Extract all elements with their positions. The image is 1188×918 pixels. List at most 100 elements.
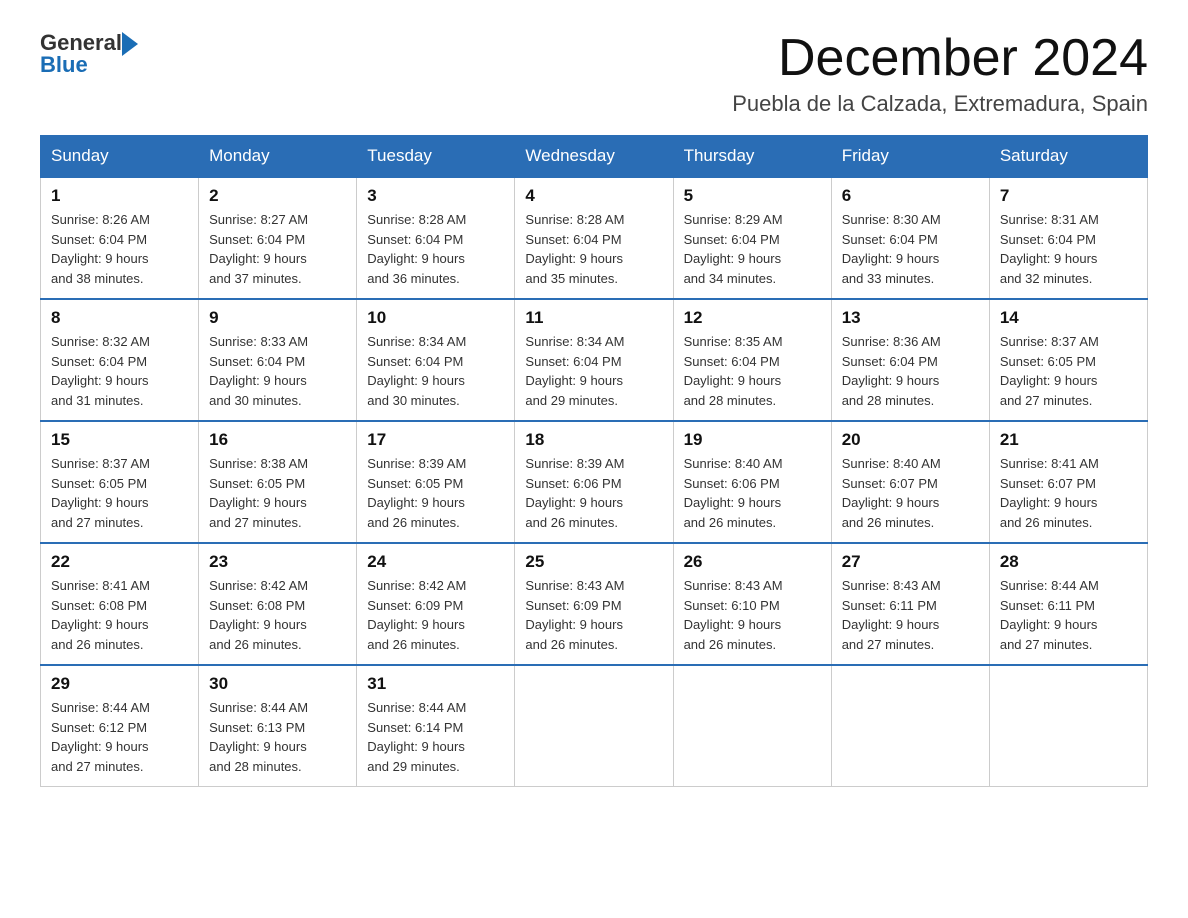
day-info: Sunrise: 8:42 AMSunset: 6:09 PMDaylight:… <box>367 578 466 652</box>
day-number: 17 <box>367 430 504 450</box>
day-number: 10 <box>367 308 504 328</box>
weekday-header-saturday: Saturday <box>989 136 1147 178</box>
calendar-cell: 7 Sunrise: 8:31 AMSunset: 6:04 PMDayligh… <box>989 177 1147 299</box>
day-number: 18 <box>525 430 662 450</box>
calendar-cell: 14 Sunrise: 8:37 AMSunset: 6:05 PMDaylig… <box>989 299 1147 421</box>
day-info: Sunrise: 8:44 AMSunset: 6:11 PMDaylight:… <box>1000 578 1099 652</box>
header: General Blue December 2024 Puebla de la … <box>40 30 1148 117</box>
calendar-cell: 19 Sunrise: 8:40 AMSunset: 6:06 PMDaylig… <box>673 421 831 543</box>
calendar-cell: 9 Sunrise: 8:33 AMSunset: 6:04 PMDayligh… <box>199 299 357 421</box>
day-info: Sunrise: 8:40 AMSunset: 6:06 PMDaylight:… <box>684 456 783 530</box>
day-number: 4 <box>525 186 662 206</box>
day-info: Sunrise: 8:28 AMSunset: 6:04 PMDaylight:… <box>525 212 624 286</box>
calendar-week-row: 8 Sunrise: 8:32 AMSunset: 6:04 PMDayligh… <box>41 299 1148 421</box>
logo: General Blue <box>40 30 138 78</box>
calendar-cell <box>831 665 989 787</box>
day-info: Sunrise: 8:31 AMSunset: 6:04 PMDaylight:… <box>1000 212 1099 286</box>
calendar-cell: 6 Sunrise: 8:30 AMSunset: 6:04 PMDayligh… <box>831 177 989 299</box>
day-number: 13 <box>842 308 979 328</box>
calendar-cell: 10 Sunrise: 8:34 AMSunset: 6:04 PMDaylig… <box>357 299 515 421</box>
calendar-cell: 11 Sunrise: 8:34 AMSunset: 6:04 PMDaylig… <box>515 299 673 421</box>
day-number: 26 <box>684 552 821 572</box>
day-info: Sunrise: 8:39 AMSunset: 6:05 PMDaylight:… <box>367 456 466 530</box>
weekday-header-thursday: Thursday <box>673 136 831 178</box>
calendar-cell: 4 Sunrise: 8:28 AMSunset: 6:04 PMDayligh… <box>515 177 673 299</box>
day-number: 1 <box>51 186 188 206</box>
day-info: Sunrise: 8:26 AMSunset: 6:04 PMDaylight:… <box>51 212 150 286</box>
day-number: 6 <box>842 186 979 206</box>
day-info: Sunrise: 8:40 AMSunset: 6:07 PMDaylight:… <box>842 456 941 530</box>
day-info: Sunrise: 8:38 AMSunset: 6:05 PMDaylight:… <box>209 456 308 530</box>
calendar-cell: 20 Sunrise: 8:40 AMSunset: 6:07 PMDaylig… <box>831 421 989 543</box>
day-info: Sunrise: 8:43 AMSunset: 6:09 PMDaylight:… <box>525 578 624 652</box>
day-number: 31 <box>367 674 504 694</box>
weekday-header-wednesday: Wednesday <box>515 136 673 178</box>
day-number: 5 <box>684 186 821 206</box>
day-number: 7 <box>1000 186 1137 206</box>
calendar-week-row: 22 Sunrise: 8:41 AMSunset: 6:08 PMDaylig… <box>41 543 1148 665</box>
day-info: Sunrise: 8:37 AMSunset: 6:05 PMDaylight:… <box>51 456 150 530</box>
calendar-cell: 2 Sunrise: 8:27 AMSunset: 6:04 PMDayligh… <box>199 177 357 299</box>
calendar-cell: 18 Sunrise: 8:39 AMSunset: 6:06 PMDaylig… <box>515 421 673 543</box>
calendar-cell: 21 Sunrise: 8:41 AMSunset: 6:07 PMDaylig… <box>989 421 1147 543</box>
calendar-cell: 24 Sunrise: 8:42 AMSunset: 6:09 PMDaylig… <box>357 543 515 665</box>
calendar-cell: 16 Sunrise: 8:38 AMSunset: 6:05 PMDaylig… <box>199 421 357 543</box>
day-number: 21 <box>1000 430 1137 450</box>
day-info: Sunrise: 8:44 AMSunset: 6:12 PMDaylight:… <box>51 700 150 774</box>
day-info: Sunrise: 8:39 AMSunset: 6:06 PMDaylight:… <box>525 456 624 530</box>
day-info: Sunrise: 8:42 AMSunset: 6:08 PMDaylight:… <box>209 578 308 652</box>
calendar-cell: 13 Sunrise: 8:36 AMSunset: 6:04 PMDaylig… <box>831 299 989 421</box>
calendar-cell: 1 Sunrise: 8:26 AMSunset: 6:04 PMDayligh… <box>41 177 199 299</box>
calendar-cell: 23 Sunrise: 8:42 AMSunset: 6:08 PMDaylig… <box>199 543 357 665</box>
day-number: 16 <box>209 430 346 450</box>
day-number: 23 <box>209 552 346 572</box>
calendar-cell: 22 Sunrise: 8:41 AMSunset: 6:08 PMDaylig… <box>41 543 199 665</box>
day-info: Sunrise: 8:29 AMSunset: 6:04 PMDaylight:… <box>684 212 783 286</box>
day-info: Sunrise: 8:34 AMSunset: 6:04 PMDaylight:… <box>525 334 624 408</box>
day-info: Sunrise: 8:41 AMSunset: 6:07 PMDaylight:… <box>1000 456 1099 530</box>
weekday-header-sunday: Sunday <box>41 136 199 178</box>
day-number: 25 <box>525 552 662 572</box>
day-info: Sunrise: 8:37 AMSunset: 6:05 PMDaylight:… <box>1000 334 1099 408</box>
day-info: Sunrise: 8:44 AMSunset: 6:14 PMDaylight:… <box>367 700 466 774</box>
calendar-location: Puebla de la Calzada, Extremadura, Spain <box>732 91 1148 117</box>
calendar-cell: 3 Sunrise: 8:28 AMSunset: 6:04 PMDayligh… <box>357 177 515 299</box>
day-number: 11 <box>525 308 662 328</box>
day-info: Sunrise: 8:43 AMSunset: 6:10 PMDaylight:… <box>684 578 783 652</box>
calendar-title: December 2024 <box>732 30 1148 87</box>
day-info: Sunrise: 8:44 AMSunset: 6:13 PMDaylight:… <box>209 700 308 774</box>
weekday-header-friday: Friday <box>831 136 989 178</box>
calendar-cell: 26 Sunrise: 8:43 AMSunset: 6:10 PMDaylig… <box>673 543 831 665</box>
calendar-cell: 29 Sunrise: 8:44 AMSunset: 6:12 PMDaylig… <box>41 665 199 787</box>
day-number: 12 <box>684 308 821 328</box>
day-number: 15 <box>51 430 188 450</box>
day-info: Sunrise: 8:35 AMSunset: 6:04 PMDaylight:… <box>684 334 783 408</box>
day-number: 24 <box>367 552 504 572</box>
day-number: 29 <box>51 674 188 694</box>
calendar-cell <box>515 665 673 787</box>
calendar-cell: 17 Sunrise: 8:39 AMSunset: 6:05 PMDaylig… <box>357 421 515 543</box>
weekday-header-row: SundayMondayTuesdayWednesdayThursdayFrid… <box>41 136 1148 178</box>
calendar-week-row: 1 Sunrise: 8:26 AMSunset: 6:04 PMDayligh… <box>41 177 1148 299</box>
calendar-cell: 31 Sunrise: 8:44 AMSunset: 6:14 PMDaylig… <box>357 665 515 787</box>
day-number: 3 <box>367 186 504 206</box>
day-info: Sunrise: 8:41 AMSunset: 6:08 PMDaylight:… <box>51 578 150 652</box>
day-number: 8 <box>51 308 188 328</box>
calendar-cell: 15 Sunrise: 8:37 AMSunset: 6:05 PMDaylig… <box>41 421 199 543</box>
day-number: 2 <box>209 186 346 206</box>
calendar-week-row: 15 Sunrise: 8:37 AMSunset: 6:05 PMDaylig… <box>41 421 1148 543</box>
title-block: December 2024 Puebla de la Calzada, Extr… <box>732 30 1148 117</box>
logo-blue-text: Blue <box>40 52 88 78</box>
day-number: 22 <box>51 552 188 572</box>
calendar-cell: 8 Sunrise: 8:32 AMSunset: 6:04 PMDayligh… <box>41 299 199 421</box>
calendar-table: SundayMondayTuesdayWednesdayThursdayFrid… <box>40 135 1148 787</box>
calendar-cell: 5 Sunrise: 8:29 AMSunset: 6:04 PMDayligh… <box>673 177 831 299</box>
day-number: 20 <box>842 430 979 450</box>
calendar-cell: 27 Sunrise: 8:43 AMSunset: 6:11 PMDaylig… <box>831 543 989 665</box>
calendar-cell: 25 Sunrise: 8:43 AMSunset: 6:09 PMDaylig… <box>515 543 673 665</box>
calendar-cell: 30 Sunrise: 8:44 AMSunset: 6:13 PMDaylig… <box>199 665 357 787</box>
day-info: Sunrise: 8:30 AMSunset: 6:04 PMDaylight:… <box>842 212 941 286</box>
day-number: 27 <box>842 552 979 572</box>
day-number: 30 <box>209 674 346 694</box>
day-info: Sunrise: 8:36 AMSunset: 6:04 PMDaylight:… <box>842 334 941 408</box>
